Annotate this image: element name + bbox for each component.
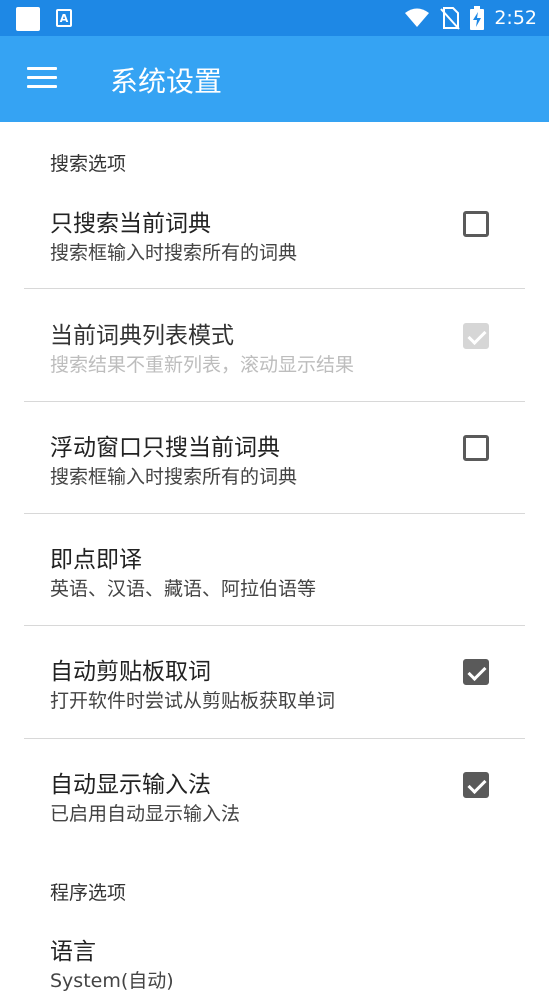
pref-title: 语言 [50, 939, 96, 965]
pref-title: 即点即译 [50, 547, 142, 573]
checkbox-float-window-current-dict[interactable] [463, 435, 489, 461]
checkbox-current-dict-list-mode [463, 323, 489, 349]
pref-summary: System(自动) [50, 970, 174, 992]
pref-float-window-current-dict[interactable]: 浮动窗口只搜当前词典 搜索框输入时搜索所有的词典 [0, 428, 549, 512]
checkbox-auto-clipboard[interactable] [463, 659, 489, 685]
pref-tap-to-translate[interactable]: 即点即译 英语、汉语、藏语、阿拉伯语等 [0, 540, 549, 624]
checkbox-auto-show-ime[interactable] [463, 772, 489, 798]
page-title: 系统设置 [110, 65, 223, 98]
pref-title: 浮动窗口只搜当前词典 [50, 435, 280, 461]
pref-summary: 搜索框输入时搜索所有的词典 [50, 466, 298, 488]
pref-summary: 已启用自动显示输入法 [50, 803, 241, 825]
checkbox-only-current-dict[interactable] [463, 211, 489, 237]
battery-charging-icon [470, 6, 485, 30]
pref-language[interactable]: 语言 System(自动) [0, 932, 549, 992]
pref-auto-show-ime[interactable]: 自动显示输入法 已启用自动显示输入法 [0, 765, 549, 849]
notification-square-icon [16, 7, 40, 31]
pref-title: 当前词典列表模式 [50, 323, 234, 349]
pref-summary: 英语、汉语、藏语、阿拉伯语等 [50, 578, 317, 600]
pref-title: 自动剪贴板取词 [50, 659, 211, 685]
section-header-program: 程序选项 [50, 882, 127, 904]
a-app-icon: A [56, 9, 72, 27]
divider [24, 738, 525, 739]
status-right-group: 2:52 [404, 4, 537, 32]
pref-only-current-dict[interactable]: 只搜索当前词典 搜索框输入时搜索所有的词典 [0, 204, 549, 288]
divider [24, 513, 525, 514]
pref-summary: 搜索结果不重新列表，滚动显示结果 [50, 354, 355, 376]
divider [24, 401, 525, 402]
divider [24, 288, 525, 289]
pref-title: 只搜索当前词典 [50, 211, 211, 237]
divider [24, 625, 525, 626]
section-header-search: 搜索选项 [50, 153, 127, 175]
app-bar: 系统设置 [0, 36, 549, 122]
pref-summary: 搜索框输入时搜索所有的词典 [50, 242, 298, 264]
status-time: 2:52 [494, 7, 537, 29]
hamburger-menu-icon[interactable] [27, 67, 57, 91]
pref-title: 自动显示输入法 [50, 772, 211, 798]
wifi-icon [405, 8, 430, 27]
pref-current-dict-list-mode: 当前词典列表模式 搜索结果不重新列表，滚动显示结果 [0, 316, 549, 400]
status-bar: A 2:52 [0, 0, 549, 36]
no-sim-icon [440, 7, 461, 30]
pref-summary: 打开软件时尝试从剪贴板获取单词 [50, 690, 336, 712]
pref-auto-clipboard[interactable]: 自动剪贴板取词 打开软件时尝试从剪贴板获取单词 [0, 652, 549, 736]
